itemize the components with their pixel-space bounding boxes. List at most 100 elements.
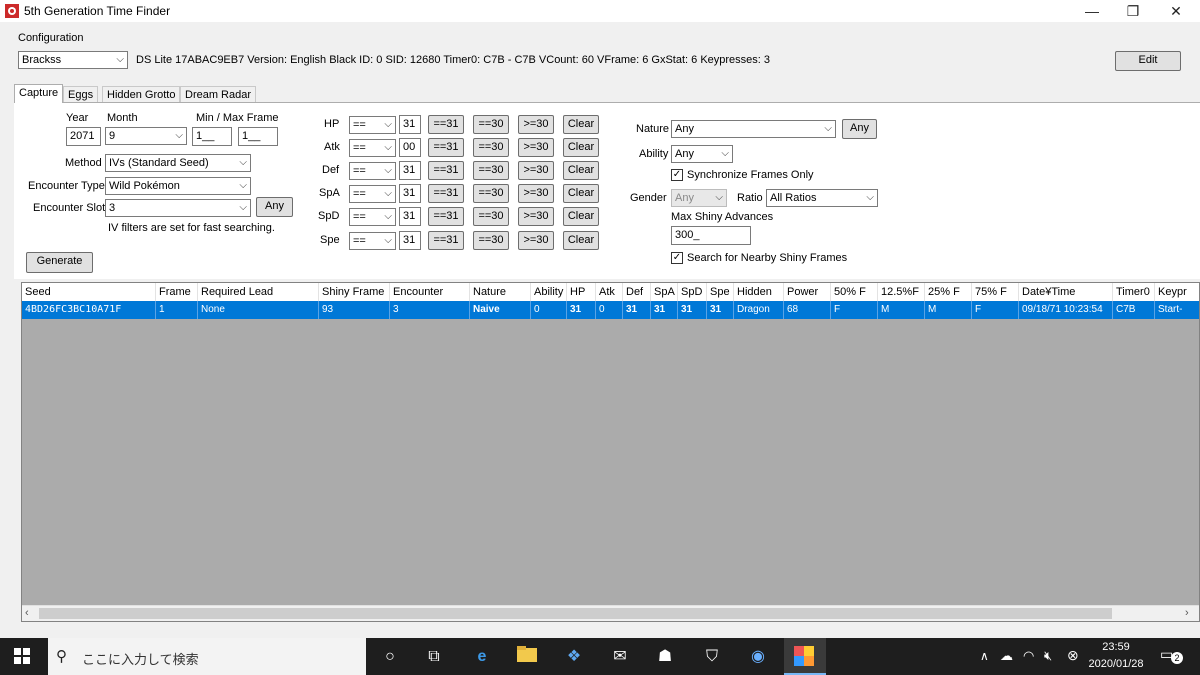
dropbox-icon[interactable]: ❖: [562, 645, 586, 669]
iv-eq31-button[interactable]: ==31: [428, 161, 464, 180]
table-row[interactable]: 4BD26FC3BC10A71F 1 None 93 3 Naive 0 31 …: [22, 301, 1199, 319]
iv-value-input[interactable]: 31: [399, 184, 421, 203]
tab-hidden-grotto[interactable]: Hidden Grotto: [102, 86, 181, 103]
iv-eq31-button[interactable]: ==31: [428, 138, 464, 157]
iv-ge30-button[interactable]: >=30: [518, 115, 554, 134]
minimize-button[interactable]: —: [1072, 0, 1112, 22]
volume-muted-icon[interactable]: 🔇︎: [1044, 648, 1052, 664]
column-header[interactable]: 12.5%F: [878, 283, 925, 301]
iv-clear-button[interactable]: Clear: [563, 161, 599, 180]
iv-ge30-button[interactable]: >=30: [518, 207, 554, 226]
iv-op-select[interactable]: == ⌵: [349, 162, 396, 180]
iv-op-select[interactable]: == ⌵: [349, 208, 396, 226]
nature-select[interactable]: Any ⌵: [671, 120, 836, 138]
onedrive-icon[interactable]: ☁: [1000, 648, 1013, 664]
column-header[interactable]: SpD: [678, 283, 707, 301]
windows-start-icon[interactable]: [14, 648, 30, 667]
scroll-left-icon[interactable]: ‹: [25, 607, 29, 619]
column-header[interactable]: Shiny Frame: [319, 283, 390, 301]
column-header[interactable]: 75% F: [972, 283, 1019, 301]
iv-op-select[interactable]: == ⌵: [349, 139, 396, 157]
iv-ge30-button[interactable]: >=30: [518, 231, 554, 250]
column-header[interactable]: Keypr: [1155, 283, 1199, 301]
month-select[interactable]: 9 ⌵: [105, 127, 187, 145]
wifi-icon[interactable]: ◠: [1023, 648, 1034, 664]
mail-icon[interactable]: ✉: [608, 645, 632, 669]
iv-eq31-button[interactable]: ==31: [428, 207, 464, 226]
column-header[interactable]: Required Lead: [198, 283, 319, 301]
iv-eq30-button[interactable]: ==30: [473, 161, 509, 180]
file-explorer-icon[interactable]: [515, 645, 539, 669]
clock-date[interactable]: 2020/01/28: [1087, 658, 1145, 670]
method-select[interactable]: IVs (Standard Seed) ⌵: [105, 154, 251, 172]
nature-any-button[interactable]: Any: [842, 119, 877, 139]
year-input[interactable]: 2071: [66, 127, 101, 146]
iv-eq31-button[interactable]: ==31: [428, 231, 464, 250]
edge-icon[interactable]: e: [470, 645, 494, 669]
tray-chevron-up-icon[interactable]: ∧: [980, 649, 989, 663]
iv-clear-button[interactable]: Clear: [563, 138, 599, 157]
max-frame-input[interactable]: 1__: [238, 127, 278, 146]
clock-time[interactable]: 23:59: [1092, 641, 1140, 653]
column-header[interactable]: 25% F: [925, 283, 972, 301]
close-button[interactable]: ✕: [1156, 0, 1196, 22]
tab-eggs[interactable]: Eggs: [63, 86, 99, 103]
iv-eq30-button[interactable]: ==30: [473, 231, 509, 250]
iv-clear-button[interactable]: Clear: [563, 184, 599, 203]
column-header[interactable]: Hidden: [734, 283, 784, 301]
results-grid[interactable]: Seed Frame Required Lead Shiny Frame Enc…: [21, 282, 1200, 622]
iv-eq30-button[interactable]: ==30: [473, 184, 509, 203]
column-header[interactable]: Seed: [22, 283, 156, 301]
ratio-select[interactable]: All Ratios ⌵: [766, 189, 878, 207]
gender-select[interactable]: Any ⌵: [671, 189, 727, 207]
iv-value-input[interactable]: 31: [399, 231, 421, 250]
iv-op-select[interactable]: == ⌵: [349, 185, 396, 203]
app-icon[interactable]: ☗: [653, 645, 677, 669]
iv-eq30-button[interactable]: ==30: [473, 207, 509, 226]
notification-icon[interactable]: ▭ 2: [1160, 646, 1183, 666]
iv-eq31-button[interactable]: ==31: [428, 115, 464, 134]
profile-select[interactable]: Brackss ⌵: [18, 51, 128, 69]
encounter-slot-select[interactable]: 3 ⌵: [105, 199, 251, 217]
maximize-button[interactable]: ❐: [1113, 0, 1153, 22]
iv-ge30-button[interactable]: >=30: [518, 138, 554, 157]
iv-clear-button[interactable]: Clear: [563, 207, 599, 226]
column-header[interactable]: Def: [623, 283, 651, 301]
column-header[interactable]: HP: [567, 283, 596, 301]
column-header[interactable]: Nature: [470, 283, 531, 301]
tab-dream-radar[interactable]: Dream Radar: [180, 86, 257, 103]
column-header[interactable]: 50% F: [831, 283, 878, 301]
iv-value-input[interactable]: 31: [399, 207, 421, 226]
nearby-shiny-checkbox[interactable]: ✓: [671, 252, 683, 264]
task-view-icon[interactable]: ⧉: [422, 645, 446, 669]
tab-capture[interactable]: Capture: [14, 84, 64, 103]
iv-eq30-button[interactable]: ==30: [473, 115, 509, 134]
iv-eq30-button[interactable]: ==30: [473, 138, 509, 157]
iv-eq31-button[interactable]: ==31: [428, 184, 464, 203]
edit-button[interactable]: Edit: [1115, 51, 1181, 71]
active-app-taskbar-button[interactable]: [784, 638, 826, 675]
encounter-type-select[interactable]: Wild Pokémon ⌵: [105, 177, 251, 195]
encounter-slot-any-button[interactable]: Any: [256, 197, 293, 217]
column-header[interactable]: Power: [784, 283, 831, 301]
scroll-thumb[interactable]: [39, 608, 1112, 619]
taskbar-search[interactable]: ⚲ ここに入力して検索: [48, 638, 366, 675]
iv-ge30-button[interactable]: >=30: [518, 161, 554, 180]
ability-select[interactable]: Any ⌵: [671, 145, 733, 163]
generate-button[interactable]: Generate: [26, 252, 93, 273]
network-error-icon[interactable]: ⊗: [1067, 647, 1079, 664]
scroll-right-icon[interactable]: ›: [1185, 607, 1189, 619]
iv-clear-button[interactable]: Clear: [563, 231, 599, 250]
cortana-icon[interactable]: ○: [378, 645, 402, 669]
iv-value-input[interactable]: 00: [399, 138, 421, 157]
max-shiny-input[interactable]: 300_: [671, 226, 751, 245]
store-icon[interactable]: ⛉: [700, 645, 724, 669]
column-header[interactable]: Spe: [707, 283, 734, 301]
iv-value-input[interactable]: 31: [399, 115, 421, 134]
column-header[interactable]: Timer0: [1113, 283, 1155, 301]
column-header[interactable]: SpA: [651, 283, 678, 301]
iv-value-input[interactable]: 31: [399, 161, 421, 180]
iv-op-select[interactable]: == ⌵: [349, 232, 396, 250]
iv-ge30-button[interactable]: >=30: [518, 184, 554, 203]
app-circle-icon[interactable]: ◉: [746, 645, 770, 669]
